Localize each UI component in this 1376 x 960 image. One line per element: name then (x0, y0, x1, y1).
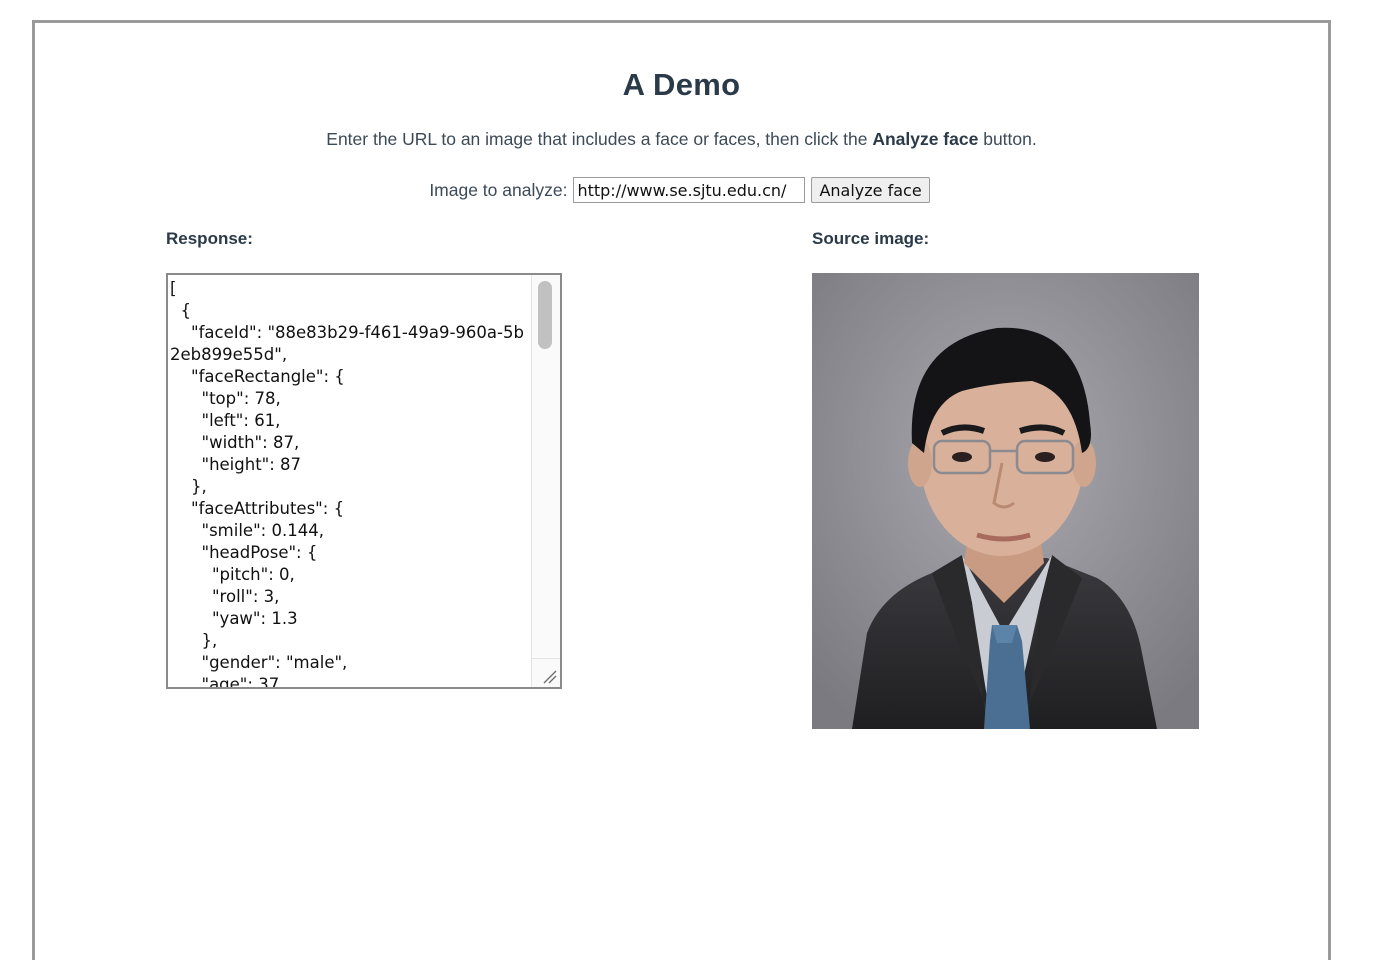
source-image-label: Source image: (812, 229, 930, 248)
response-label: Response: (166, 229, 253, 248)
portrait-photo (812, 273, 1199, 729)
resize-grip-icon[interactable] (532, 658, 560, 687)
image-url-input[interactable] (573, 177, 806, 203)
scrollbar-thumb[interactable] (538, 281, 552, 349)
analyze-face-button[interactable]: Analyze face (811, 177, 930, 203)
source-image (812, 273, 1199, 729)
url-form: Image to analyze: Analyze face (31, 177, 1328, 203)
instructions-after: button. (978, 129, 1037, 149)
response-textarea[interactable]: [ { "faceId": "88e83b29-f461-49a9-960a-5… (166, 273, 562, 689)
response-json: [ { "faceId": "88e83b29-f461-49a9-960a-5… (170, 279, 524, 689)
page-frame: A Demo Enter the URL to an image that in… (32, 20, 1331, 960)
instructions-before: Enter the URL to an image that includes … (326, 129, 873, 149)
image-url-label: Image to analyze: (429, 179, 568, 200)
page-title: A Demo (622, 67, 741, 102)
instructions-bold: Analyze face (872, 129, 979, 149)
response-scrollbar[interactable] (531, 275, 560, 687)
instructions-text: Enter the URL to an image that includes … (35, 129, 1328, 150)
